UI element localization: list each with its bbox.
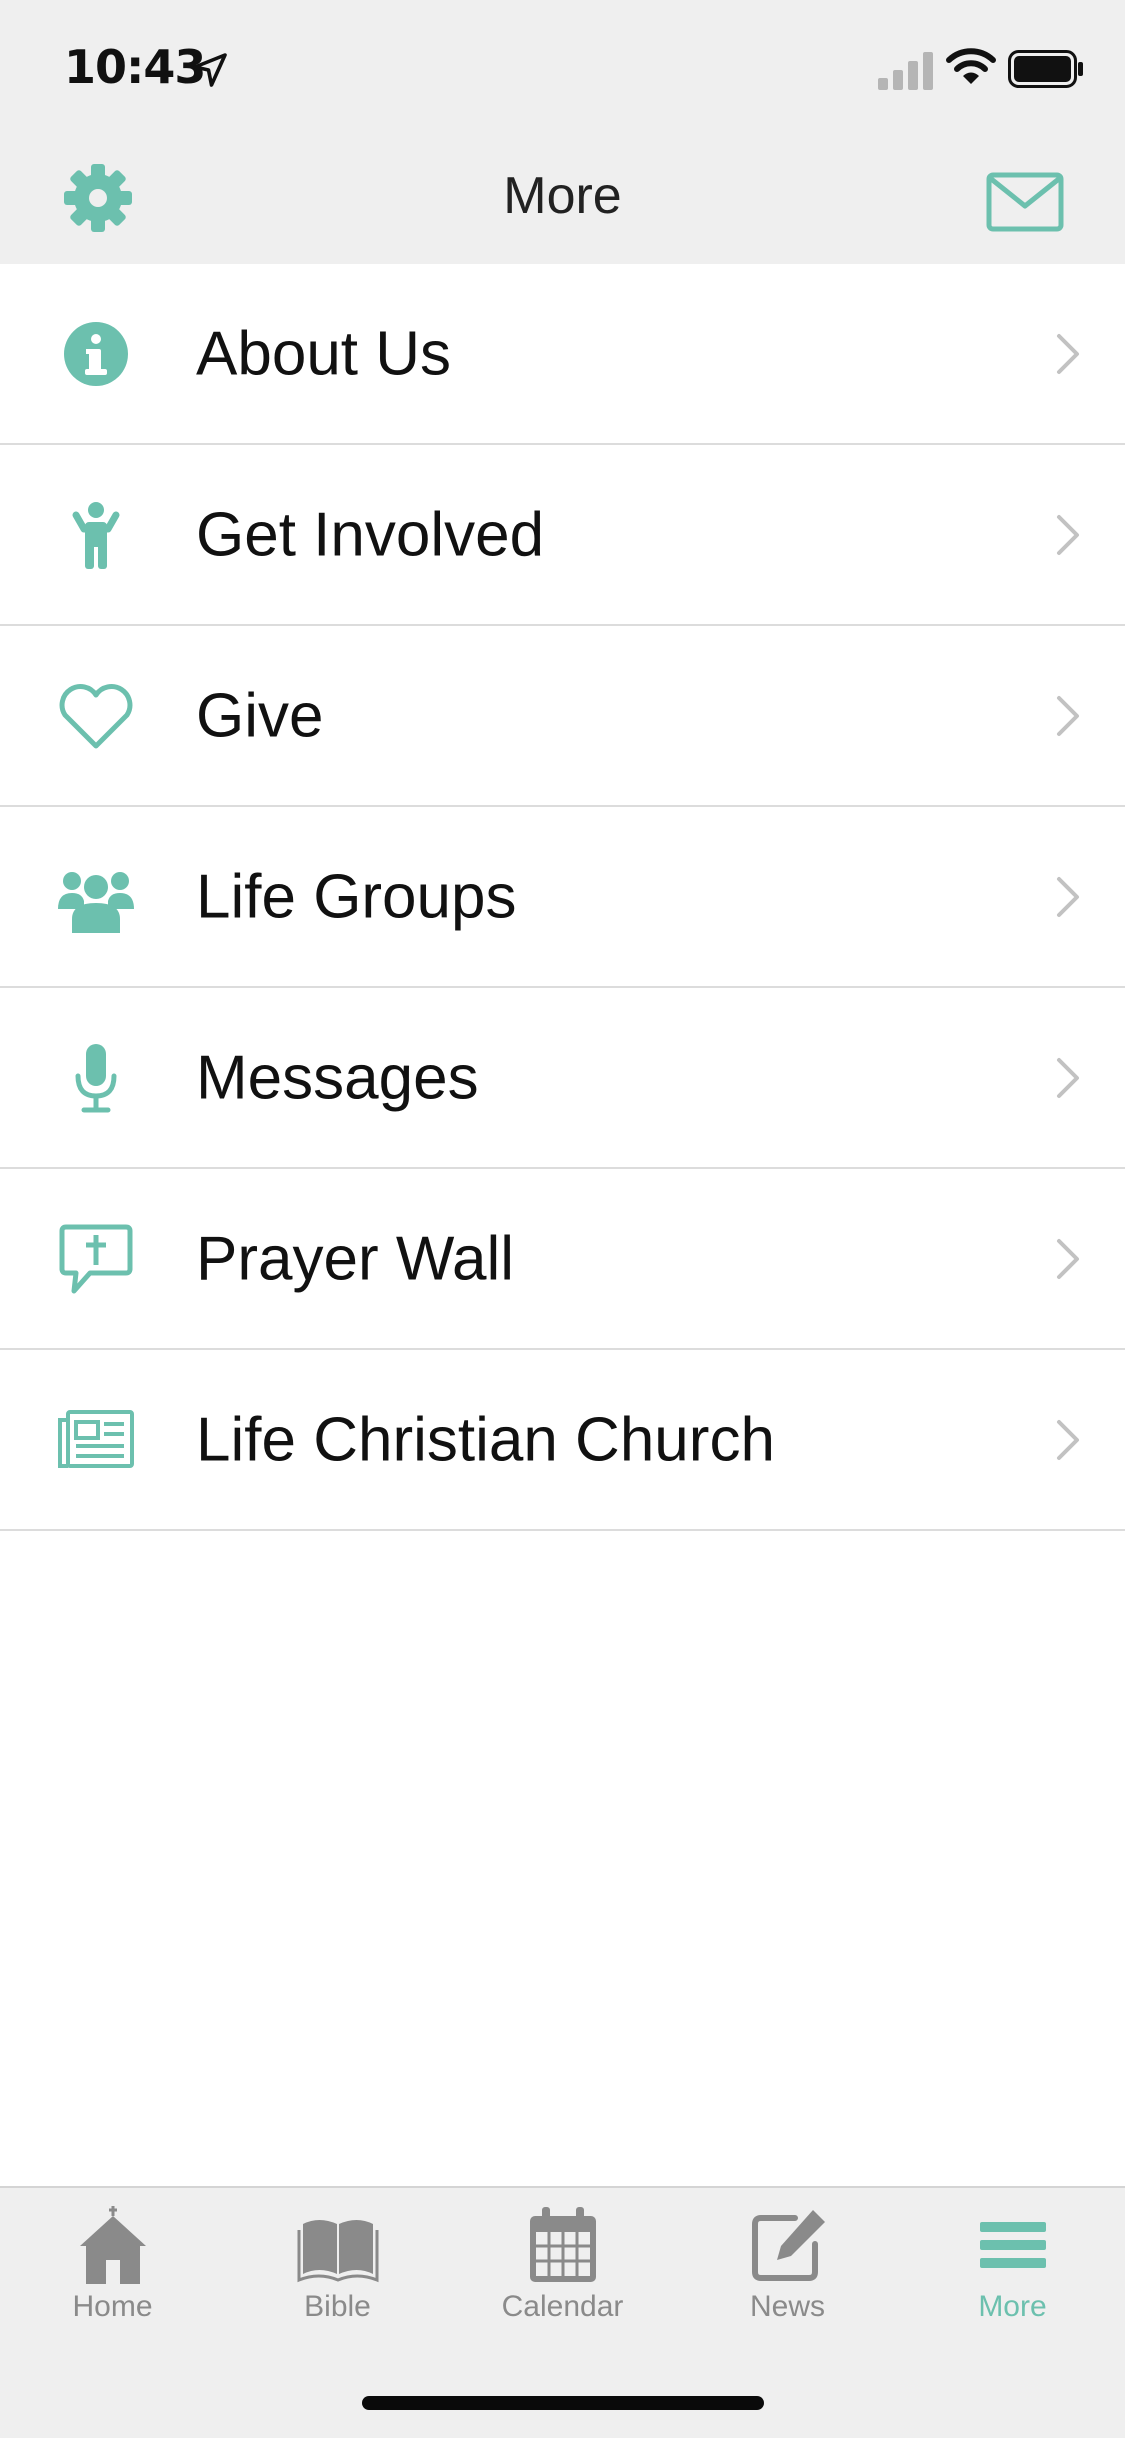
newspaper-icon bbox=[56, 1400, 136, 1480]
tab-news[interactable]: News bbox=[675, 2204, 900, 2344]
menu-item-label: Messages bbox=[196, 1043, 479, 1112]
status-time: 10:43 bbox=[64, 40, 206, 94]
menu-item-messages[interactable]: Messages bbox=[0, 988, 1125, 1169]
battery-icon bbox=[1008, 50, 1083, 88]
info-icon bbox=[56, 314, 136, 394]
menu-item-label: Get Involved bbox=[196, 500, 545, 569]
tab-bible[interactable]: Bible bbox=[225, 2204, 450, 2344]
mail-icon[interactable] bbox=[986, 172, 1064, 232]
chevron-right-icon bbox=[1057, 876, 1079, 917]
chevron-right-icon bbox=[1057, 514, 1079, 555]
menu-item-life-christian-church[interactable]: Life Christian Church bbox=[0, 1350, 1125, 1531]
group-icon bbox=[56, 857, 136, 937]
chevron-right-icon bbox=[1057, 1419, 1079, 1460]
church-icon bbox=[79, 2206, 146, 2284]
menu-item-about-us[interactable]: About Us bbox=[0, 264, 1125, 445]
tab-more[interactable]: More bbox=[900, 2204, 1125, 2344]
cellular-signal-icon bbox=[878, 52, 933, 90]
book-icon bbox=[297, 2220, 378, 2283]
menu-item-life-groups[interactable]: Life Groups bbox=[0, 807, 1125, 988]
tab-label: More bbox=[978, 2290, 1047, 2323]
tab-label: News bbox=[749, 2290, 825, 2323]
menu-item-label: Give bbox=[196, 681, 324, 750]
heart-icon bbox=[56, 676, 136, 756]
menu-item-give[interactable]: Give bbox=[0, 626, 1125, 807]
status-bar: 10:43 bbox=[0, 0, 1125, 132]
edit-icon bbox=[751, 2210, 825, 2281]
prayer-bubble-icon bbox=[56, 1219, 136, 1299]
menu-item-label: About Us bbox=[196, 319, 452, 388]
microphone-icon bbox=[56, 1038, 136, 1118]
nav-bar: More bbox=[0, 132, 1125, 264]
location-arrow-icon bbox=[193, 53, 227, 87]
chevron-right-icon bbox=[1057, 333, 1079, 374]
tab-calendar[interactable]: Calendar bbox=[450, 2204, 675, 2344]
person-icon bbox=[56, 495, 136, 575]
chevron-right-icon bbox=[1057, 1238, 1079, 1279]
tab-label: Bible bbox=[304, 2290, 371, 2323]
menu-icon bbox=[979, 2222, 1046, 2268]
menu-item-label: Prayer Wall bbox=[196, 1224, 515, 1293]
more-menu-list: About Us Get Involved Give Life Groups M… bbox=[0, 264, 1125, 1531]
menu-item-label: Life Groups bbox=[196, 862, 517, 931]
chevron-right-icon bbox=[1057, 695, 1079, 736]
menu-item-prayer-wall[interactable]: Prayer Wall bbox=[0, 1169, 1125, 1350]
wifi-icon bbox=[946, 48, 996, 84]
tab-label: Home bbox=[72, 2290, 153, 2323]
menu-item-label: Life Christian Church bbox=[196, 1405, 775, 1474]
page-title: More bbox=[503, 167, 622, 225]
chevron-right-icon bbox=[1057, 1057, 1079, 1098]
menu-item-get-involved[interactable]: Get Involved bbox=[0, 445, 1125, 626]
home-indicator[interactable] bbox=[362, 2396, 764, 2410]
tab-label: Calendar bbox=[501, 2290, 624, 2323]
tab-home[interactable]: Home bbox=[0, 2204, 225, 2344]
calendar-icon bbox=[529, 2207, 596, 2282]
